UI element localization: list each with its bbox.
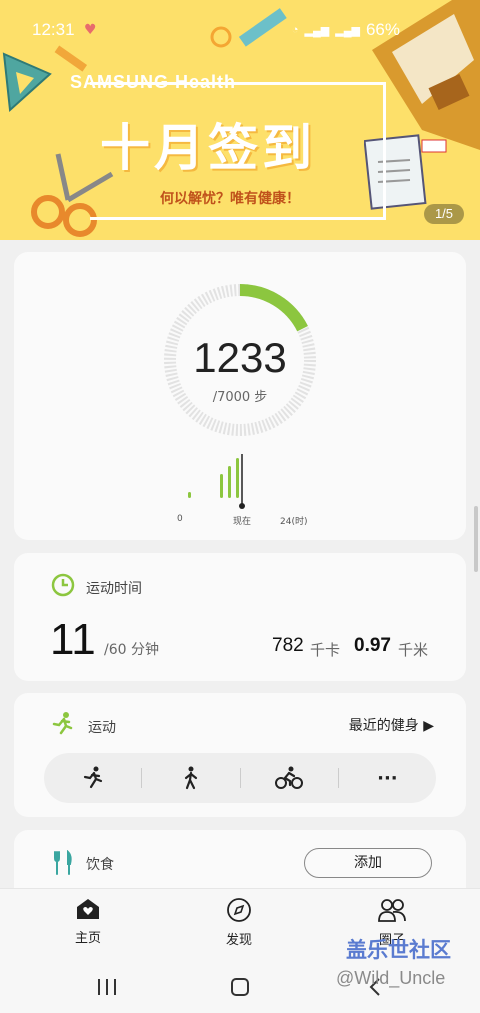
active-minutes: 11 — [50, 615, 96, 664]
nav-discover[interactable]: 发现 — [199, 897, 279, 948]
recents-icon[interactable] — [96, 978, 118, 996]
axis-label-now: 现在 — [233, 517, 252, 527]
calories-value: 782 — [272, 635, 304, 656]
exercise-title: 运动 — [88, 720, 116, 736]
active-time-title: 运动时间 — [86, 581, 142, 597]
compass-icon — [227, 898, 251, 922]
hourly-bar — [188, 492, 191, 498]
axis-label-start: 0 — [177, 514, 183, 524]
watermark-community: 盖乐世社区 — [346, 938, 451, 962]
active-time-card[interactable]: 运动时间 11 /60 分钟 782 千卡 0.97 千米 — [14, 553, 466, 681]
recent-workouts-link[interactable]: 最近的健身 ▶ — [349, 715, 434, 735]
running-icon — [83, 766, 102, 789]
hourly-bar — [220, 474, 223, 498]
scrollbar[interactable] — [474, 506, 478, 572]
calories-unit: 千卡 — [310, 641, 341, 659]
exercise-shortcuts: ··· — [44, 753, 436, 803]
steps-goal: /7000 步 — [212, 390, 268, 405]
signal-icon-2: ▂▄▆ — [335, 24, 360, 37]
banner-title: 十月签到 — [100, 119, 316, 177]
people-icon — [378, 899, 406, 922]
status-time: 12:31 — [32, 20, 75, 39]
more-button[interactable]: ··· — [339, 753, 436, 803]
nav-discover-label: 发现 — [225, 933, 252, 948]
banner-page-indicator: 1/5 — [424, 204, 464, 224]
now-marker-dot — [239, 503, 245, 509]
battery-percent: 66% — [365, 20, 400, 39]
nav-home[interactable]: 主页 — [48, 897, 128, 946]
food-title: 饮食 — [86, 857, 114, 873]
banner-subtitle: 何以解忧？唯有健康！ — [160, 191, 300, 207]
hourly-steps-chart — [188, 454, 245, 509]
active-minutes-goal: /60 分钟 — [104, 642, 159, 658]
home-heart-icon — [77, 899, 99, 919]
signal-icon: ▂▄▆ — [304, 24, 330, 37]
walking-icon — [184, 766, 197, 790]
steps-card[interactable]: 1233 /7000 步 0 现在 24(时) — [14, 252, 466, 540]
distance-unit: 千米 — [398, 641, 429, 659]
exercise-card[interactable]: 运动 最近的健身 ▶ ··· — [14, 693, 466, 817]
axis-label-end: 24(时) — [280, 517, 308, 527]
banner-brand: SAMSUNG Health — [70, 72, 237, 92]
status-indicators: ◔ ▂▄▆ ▂▄▆ 66% — [292, 20, 400, 40]
watermark-user: @Wild_Uncle — [336, 968, 446, 988]
distance-value: 0.97 — [354, 635, 391, 656]
cycle-button[interactable] — [241, 753, 338, 803]
add-food-button[interactable]: 添加 — [304, 848, 432, 878]
more-icon: ··· — [377, 767, 398, 789]
hourly-bar — [236, 458, 239, 498]
hourly-bar — [228, 466, 231, 498]
status-bar: 12:31 ♥ ◔ ▂▄▆ ▂▄▆ 66% — [0, 0, 480, 60]
walk-button[interactable] — [142, 753, 239, 803]
steps-count: 1233 — [193, 334, 287, 381]
wifi-icon: ◔ — [291, 24, 299, 36]
nav-home-label: 主页 — [74, 931, 101, 946]
heart-icon: ♥ — [84, 22, 97, 38]
home-button-icon[interactable] — [230, 977, 250, 997]
clock-icon — [51, 573, 75, 597]
running-icon — [52, 712, 73, 735]
promo-banner[interactable]: 12:31 ♥ ◔ ▂▄▆ ▂▄▆ 66% SAMSUNG Health 十月签… — [0, 0, 480, 240]
cycling-icon — [275, 766, 304, 789]
run-button[interactable] — [44, 753, 141, 803]
fork-knife-icon — [54, 850, 72, 875]
